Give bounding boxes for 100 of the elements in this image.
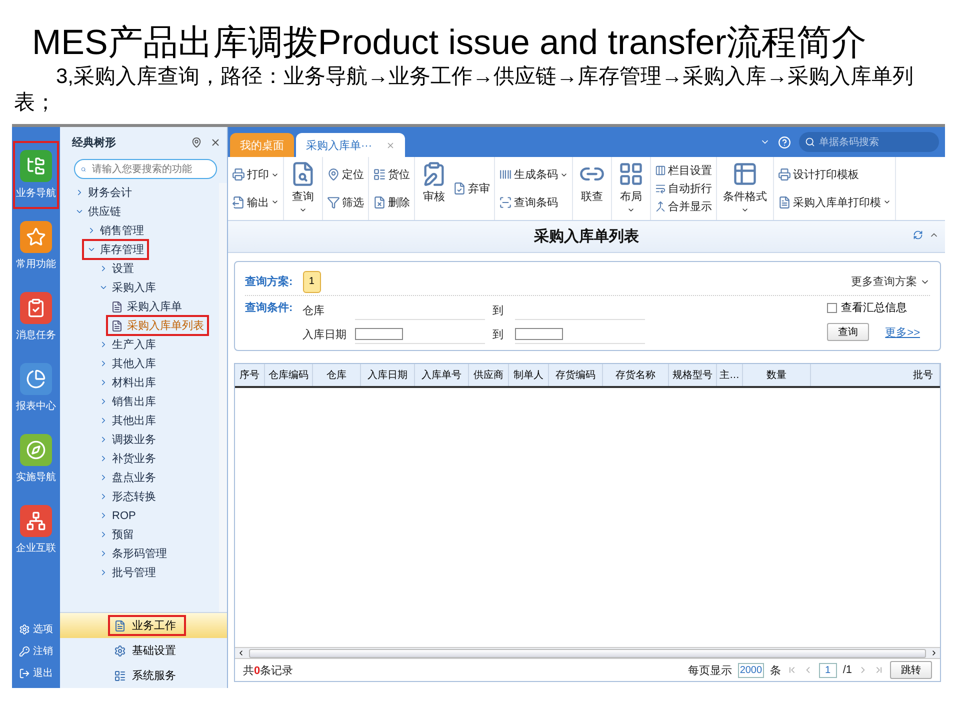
last-page-icon[interactable] — [874, 665, 884, 675]
search-button[interactable]: 查询 — [827, 323, 870, 341]
tree-item[interactable]: 条形码管理 — [94, 543, 172, 564]
input-field[interactable] — [354, 328, 403, 340]
search-field[interactable]: 请输入您要搜索的功能 — [74, 159, 217, 179]
toolbar-button[interactable]: 条件格式 — [721, 161, 769, 216]
toolbar-button[interactable]: 筛选 — [327, 194, 364, 210]
column-header[interactable]: 主… — [717, 364, 743, 386]
toolbar-button[interactable]: 生成条码 — [499, 167, 568, 182]
tree-item[interactable]: 其他入库 — [94, 353, 161, 374]
tree-item[interactable]: 采购入库单列表 — [106, 315, 209, 336]
toolbar-button[interactable]: 自动折行 — [655, 180, 712, 196]
rail-item[interactable]: 常用功能 — [13, 212, 59, 280]
scroll-left-icon[interactable] — [237, 649, 245, 657]
tree-item[interactable]: 设置 — [94, 258, 139, 279]
toolbar-button[interactable]: 打印 — [232, 167, 279, 182]
search-field[interactable]: 单据条码搜索 — [799, 132, 939, 152]
more-link[interactable]: 更多>> — [885, 324, 920, 340]
chevron-right-icon[interactable] — [99, 378, 108, 387]
chevron-right-icon[interactable] — [99, 416, 108, 425]
more-schemes-link[interactable]: 更多查询方案 — [851, 274, 930, 289]
column-header[interactable]: 批号 — [811, 364, 940, 386]
input-field[interactable] — [514, 328, 563, 340]
tree-item[interactable]: 采购入库单 — [106, 296, 187, 317]
column-header[interactable]: 序号 — [235, 364, 265, 386]
column-header[interactable]: 供应商 — [469, 364, 509, 386]
column-header[interactable]: 存货编码 — [549, 364, 603, 386]
input-field[interactable]: 2000 — [738, 662, 764, 678]
tree-item[interactable]: 库存管理 — [82, 239, 149, 260]
toolbar-button[interactable]: 删除 — [373, 194, 410, 210]
chevron-down-icon[interactable] — [87, 245, 96, 254]
summary-checkbox[interactable]: 查看汇总信息 — [827, 300, 908, 315]
chevron-right-icon[interactable] — [99, 397, 108, 406]
tree-item[interactable]: 材料出库 — [94, 372, 161, 393]
column-header[interactable]: 规格型号 — [669, 364, 717, 386]
toolbar-button[interactable]: 设计打印模板 — [778, 167, 891, 182]
tree-item[interactable]: 批号管理 — [94, 562, 161, 583]
chevron-right-icon[interactable] — [99, 473, 108, 482]
rail-item[interactable]: 消息任务 — [13, 283, 59, 351]
tree-item[interactable]: 其他出库 — [94, 410, 161, 431]
tree-item[interactable]: 调拨业务 — [94, 429, 161, 450]
rail-item[interactable]: 报表中心 — [13, 354, 59, 422]
chevron-right-icon[interactable] — [99, 435, 108, 444]
column-header[interactable]: 仓库 — [313, 364, 361, 386]
toolbar-button[interactable]: 弃审 — [453, 181, 490, 196]
tree-item[interactable]: ROP — [94, 506, 141, 524]
scrollbar[interactable] — [235, 647, 940, 659]
rail-button[interactable]: 注销 — [19, 644, 53, 658]
tree-item[interactable]: 生产入库 — [94, 334, 161, 355]
chevron-right-icon[interactable] — [99, 264, 108, 273]
rail-button[interactable]: 退出 — [19, 666, 53, 680]
chevron-right-icon[interactable] — [99, 530, 108, 539]
chevron-right-icon[interactable] — [99, 568, 108, 577]
chevron-right-icon[interactable] — [99, 492, 108, 501]
rail-item[interactable]: 企业互联 — [13, 496, 59, 564]
search-input[interactable]: 单据条码搜索 — [819, 136, 919, 148]
chevron-down-icon[interactable] — [75, 207, 84, 216]
refresh-icon[interactable] — [913, 230, 923, 240]
rail-button[interactable]: 选项 — [19, 622, 53, 636]
jump-button[interactable]: 跳转 — [890, 661, 932, 679]
close-icon[interactable] — [210, 136, 221, 148]
chevron-right-icon[interactable] — [99, 359, 108, 368]
tab[interactable]: 采购入库单··· — [296, 133, 405, 157]
toolbar-button[interactable]: 栏目设置 — [655, 162, 712, 178]
tree-item[interactable]: 盘点业务 — [94, 467, 161, 488]
toolbar-button[interactable]: 布局 — [616, 161, 646, 216]
tree-item[interactable]: 补货业务 — [94, 448, 161, 469]
pin-icon[interactable] — [191, 136, 202, 148]
toolbar-button[interactable]: 联查 — [577, 161, 607, 216]
section-item[interactable]: 基础设置 — [108, 640, 186, 661]
tree-item[interactable]: 财务会计 — [70, 183, 137, 203]
toolbar-button[interactable]: 货位 — [373, 167, 410, 182]
rail-item[interactable]: 业务导航 — [13, 141, 59, 209]
tree-item[interactable]: 供应链 — [70, 201, 126, 222]
close-icon[interactable] — [386, 140, 395, 150]
tree-item[interactable]: 采购入库 — [94, 277, 161, 298]
help-icon[interactable] — [778, 136, 791, 148]
column-header[interactable]: 数量 — [743, 364, 811, 386]
toolbar-button[interactable]: 查询条码 — [499, 194, 568, 210]
section-item[interactable]: 业务工作 — [108, 615, 186, 636]
tree-item[interactable]: 预留 — [94, 524, 139, 545]
column-header[interactable]: 制单人 — [509, 364, 549, 386]
chevron-right-icon[interactable] — [87, 226, 96, 235]
tree-item[interactable]: 销售出库 — [94, 391, 161, 412]
chevron-right-icon[interactable] — [99, 340, 108, 349]
scroll-right-icon[interactable] — [930, 649, 938, 657]
chevron-right-icon[interactable] — [99, 454, 108, 463]
rail-item[interactable]: 实施导航 — [13, 425, 59, 493]
chevron-right-icon[interactable] — [99, 549, 108, 558]
tree-item[interactable]: 形态转换 — [94, 486, 161, 507]
toolbar-button[interactable]: 合并显示 — [655, 199, 712, 214]
input-field[interactable]: 1 — [818, 662, 837, 678]
column-header[interactable]: 存货名称 — [603, 364, 669, 386]
tree-item[interactable]: 销售管理 — [82, 220, 149, 241]
toolbar-button[interactable]: 查询 — [288, 161, 318, 216]
toolbar-button[interactable]: 输出 — [232, 194, 279, 210]
toolbar-button[interactable]: 采购入库单打印模 — [778, 194, 891, 210]
chevron-right-icon[interactable] — [75, 188, 84, 197]
chevron-right-icon[interactable] — [99, 511, 108, 520]
checkbox[interactable] — [827, 302, 838, 312]
